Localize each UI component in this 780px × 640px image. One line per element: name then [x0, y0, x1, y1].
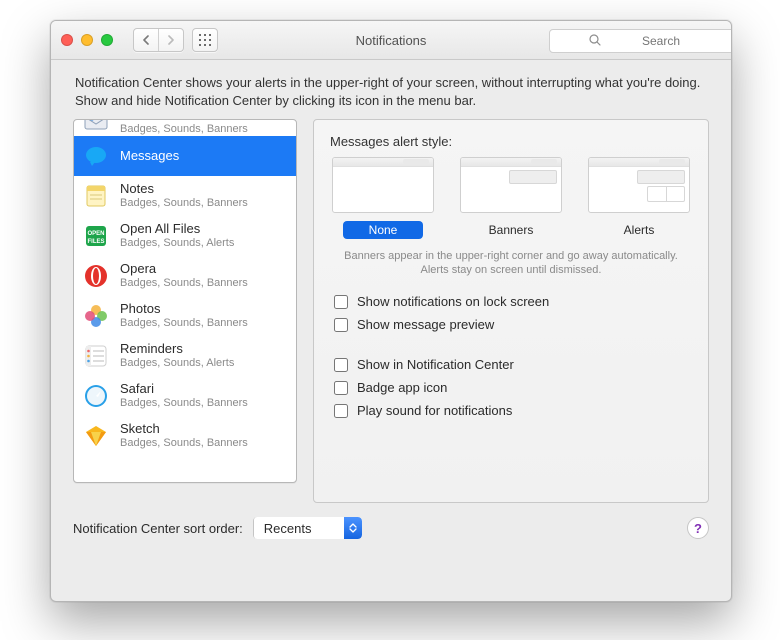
opt-in-center-checkbox[interactable]	[334, 358, 348, 372]
preferences-window: Notifications Notification Center shows …	[50, 20, 732, 602]
opt-lock-screen-checkbox[interactable]	[334, 295, 348, 309]
opt-message-preview[interactable]: Show message preview	[330, 315, 692, 335]
app-name: Notes	[120, 182, 248, 197]
app-name: Photos	[120, 302, 248, 317]
app-item-mail[interactable]: Mail Badges, Sounds, Banners	[74, 119, 296, 136]
nav-back-forward	[133, 28, 184, 52]
zoom-window-button[interactable]	[101, 34, 113, 46]
app-item-reminders[interactable]: Reminders Badges, Sounds, Alerts	[74, 336, 296, 376]
opt-in-center-label: Show in Notification Center	[357, 357, 514, 372]
app-subtitle: Badges, Sounds, Banners	[120, 277, 248, 290]
opt-badge-label: Badge app icon	[357, 380, 447, 395]
svg-text:FILES: FILES	[87, 239, 104, 245]
close-window-button[interactable]	[61, 34, 73, 46]
app-item-notes[interactable]: Notes Badges, Sounds, Banners	[74, 176, 296, 216]
back-button[interactable]	[134, 29, 158, 51]
app-subtitle: Badges, Sounds, Banners	[120, 397, 248, 410]
app-name: Open All Files	[120, 222, 234, 237]
alert-style-heading: Messages alert style:	[330, 134, 692, 149]
opt-lock-screen-label: Show notifications on lock screen	[357, 294, 549, 309]
opt-sound-label: Play sound for notifications	[357, 403, 512, 418]
app-name: Sketch	[120, 422, 248, 437]
forward-button[interactable]	[158, 29, 183, 51]
app-subtitle: Badges, Sounds, Banners	[120, 437, 248, 450]
alert-style-none[interactable]: None	[330, 157, 436, 239]
opt-sound[interactable]: Play sound for notifications	[330, 401, 692, 421]
app-item-safari[interactable]: Safari Badges, Sounds, Banners	[74, 376, 296, 416]
app-subtitle: Badges, Sounds, Banners	[120, 123, 248, 136]
alert-style-helper-text: Banners appear in the upper-right corner…	[334, 249, 688, 278]
description-text: Notification Center shows your alerts in…	[51, 60, 731, 119]
titlebar: Notifications	[51, 21, 731, 60]
alert-style-banners[interactable]: Banners	[458, 157, 564, 239]
alert-style-alerts[interactable]: Alerts	[586, 157, 692, 239]
detail-panel: Messages alert style: None Banners	[313, 119, 709, 503]
reminders-icon	[82, 342, 110, 370]
alert-style-alerts-label: Alerts	[599, 221, 679, 239]
messages-icon	[82, 142, 110, 170]
opera-icon	[82, 262, 110, 290]
sketch-icon	[82, 422, 110, 450]
sort-order-value: Recents	[253, 517, 344, 539]
open-all-files-icon: OPEN FILES	[82, 222, 110, 250]
minimize-window-button[interactable]	[81, 34, 93, 46]
opt-badge-checkbox[interactable]	[334, 381, 348, 395]
app-item-opera[interactable]: Opera Badges, Sounds, Banners	[74, 256, 296, 296]
alert-style-none-preview	[332, 157, 434, 213]
app-name: Messages	[120, 149, 179, 164]
svg-text:OPEN: OPEN	[87, 231, 104, 237]
alert-style-alerts-preview	[588, 157, 690, 213]
grid-icon	[193, 29, 217, 51]
mail-icon	[82, 119, 110, 136]
app-item-sketch[interactable]: Sketch Badges, Sounds, Banners	[74, 416, 296, 456]
photos-icon	[82, 302, 110, 330]
app-name: Opera	[120, 262, 248, 277]
footer: Notification Center sort order: Recents …	[51, 503, 731, 539]
opt-badge[interactable]: Badge app icon	[330, 378, 692, 398]
show-all-button[interactable]	[192, 28, 218, 52]
app-subtitle: Badges, Sounds, Banners	[120, 197, 248, 210]
help-button[interactable]: ?	[687, 517, 709, 539]
opt-lock-screen[interactable]: Show notifications on lock screen	[330, 292, 692, 312]
alert-style-banners-label: Banners	[471, 221, 551, 239]
app-item-open-all-files[interactable]: OPEN FILES Open All Files Badges, Sounds,…	[74, 216, 296, 256]
sort-order-select[interactable]: Recents	[253, 517, 362, 539]
opt-message-preview-checkbox[interactable]	[334, 318, 348, 332]
app-subtitle: Badges, Sounds, Alerts	[120, 237, 234, 250]
app-list[interactable]: Mail Badges, Sounds, Banners Messages	[73, 119, 297, 483]
chevron-up-down-icon	[344, 517, 362, 539]
app-subtitle: Badges, Sounds, Alerts	[120, 357, 234, 370]
opt-message-preview-label: Show message preview	[357, 317, 494, 332]
window-controls	[61, 34, 113, 46]
alert-style-row: None Banners Alerts	[330, 157, 692, 239]
app-item-photos[interactable]: Photos Badges, Sounds, Banners	[74, 296, 296, 336]
search-input[interactable]	[549, 29, 732, 53]
alert-style-none-label: None	[343, 221, 423, 239]
opt-sound-checkbox[interactable]	[334, 404, 348, 418]
app-name: Safari	[120, 382, 248, 397]
search-field-wrap	[549, 29, 719, 51]
safari-icon	[82, 382, 110, 410]
alert-style-banners-preview	[460, 157, 562, 213]
opt-in-center[interactable]: Show in Notification Center	[330, 355, 692, 375]
app-item-messages[interactable]: Messages	[74, 136, 296, 176]
app-name: Reminders	[120, 342, 234, 357]
notes-icon	[82, 182, 110, 210]
sort-order-label: Notification Center sort order:	[73, 521, 243, 536]
app-subtitle: Badges, Sounds, Banners	[120, 317, 248, 330]
